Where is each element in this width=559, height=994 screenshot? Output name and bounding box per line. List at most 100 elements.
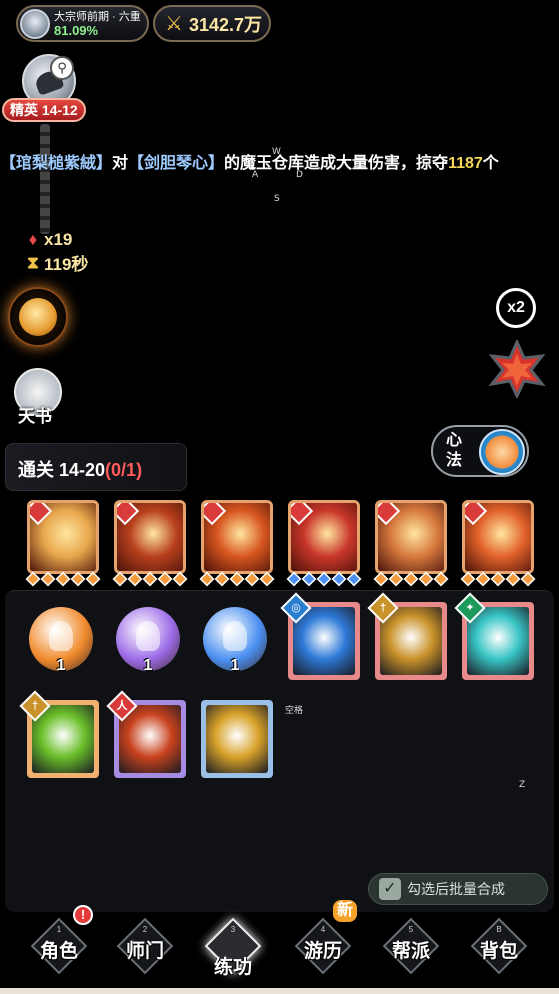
essence-orb[interactable]: 1 (29, 607, 93, 674)
nav-label: 游历 (303, 941, 342, 962)
equipped-skill-card[interactable] (462, 500, 534, 574)
star-icon (418, 571, 434, 587)
skill-book[interactable] (201, 700, 273, 778)
broadcast-text-3: 个 (482, 155, 499, 172)
nav-label: 背包 (479, 941, 518, 962)
speed-toggle-button[interactable]: x2 (496, 288, 536, 328)
rank-pill[interactable]: 大宗师前期 · 六重 81.09% (16, 5, 149, 42)
element-symbol-icon: † (379, 602, 387, 614)
orb-count: 1 (143, 657, 153, 674)
footer-strip (0, 988, 559, 994)
orb-count: 1 (230, 657, 240, 674)
star-icon (286, 571, 302, 587)
checkbox-icon[interactable]: ✓ (379, 878, 401, 900)
element-symbol-icon: † (31, 700, 39, 712)
broadcast-player-1[interactable]: 【琯梨槌紫絨】 (0, 155, 112, 172)
star-icon (460, 571, 476, 587)
equipped-skill-card[interactable] (375, 500, 447, 574)
broadcast-text-1: 对 (112, 155, 129, 172)
quest-progress: (0/1) (105, 460, 143, 480)
star-icon (259, 571, 275, 587)
rank-text: 大宗师前期 · 六重 81.09% (54, 10, 141, 38)
key-hint-space: 空格 (285, 706, 304, 716)
skill-book[interactable]: ◎ (280, 592, 360, 680)
star-icon (490, 571, 506, 587)
star-icon (142, 571, 158, 587)
broadcast-amount: 1187 (448, 155, 483, 172)
ultimate-skill-icon[interactable] (488, 340, 546, 398)
treasure-bag-button[interactable] (8, 287, 68, 347)
nav-item-2[interactable]: 2 师门 (114, 915, 176, 977)
combat-power-pill[interactable]: ⚔ 3142.7万 (153, 5, 271, 42)
star-icon (301, 571, 317, 587)
essence-orb[interactable]: 1 (116, 607, 180, 674)
nav-item-3[interactable]: 3 练功 (202, 915, 264, 978)
nav-hotkey: 2 (142, 925, 148, 934)
xinfa-button[interactable]: 心法 (431, 425, 529, 477)
star-icon (40, 571, 56, 587)
demon-head-icon: ♦ (28, 230, 38, 249)
nav-label: 角色 (39, 941, 78, 962)
nav-label: 师门 (125, 941, 164, 962)
quest-bar[interactable]: 通关 14-20(0/1) (5, 443, 187, 491)
equipped-skill-card[interactable] (114, 500, 186, 574)
kill-count: x19 (44, 230, 73, 249)
batch-merge-toggle[interactable]: ✓ 勾选后批量合成 (368, 873, 548, 905)
star-icon (388, 571, 404, 587)
travel-new-badge: 新 (333, 900, 358, 922)
xinfa-emblem-icon (479, 429, 525, 475)
star-icon (316, 571, 332, 587)
orb-count: 1 (56, 657, 66, 674)
rank-percent: 81.09% (54, 22, 99, 38)
skill-book-art-icon (206, 705, 268, 773)
star-icon (157, 571, 173, 587)
skill-book[interactable]: † (19, 690, 99, 778)
equipped-skill-card[interactable] (288, 500, 360, 574)
magnifier-icon[interactable]: ⚲ (50, 56, 74, 80)
meditating-figure-icon (49, 621, 73, 651)
rank-emblem-icon (20, 8, 50, 39)
combat-power-value: 3142.7万 (189, 14, 263, 35)
skill-star-rating (112, 571, 188, 588)
star-icon (475, 571, 491, 587)
nav-hotkey: 3 (230, 925, 236, 934)
star-icon (172, 571, 188, 587)
star-icon (346, 571, 362, 587)
broadcast-player-2[interactable]: 【剑胆琴心】 (128, 155, 224, 172)
element-symbol-icon: ✦ (465, 602, 475, 614)
equipped-skills-row (0, 500, 559, 590)
skill-star-rating (199, 571, 275, 588)
key-hint-d: D (296, 170, 303, 180)
skill-star-rating (460, 571, 536, 588)
xinfa-label: 心法 (446, 432, 463, 469)
star-icon (70, 571, 86, 587)
star-icon (229, 571, 245, 587)
rank-title: 大宗师前期 · 六重 (54, 10, 141, 23)
skill-book[interactable]: 人 (106, 690, 186, 778)
equipped-skill-card[interactable] (201, 500, 273, 574)
nav-hotkey: B (496, 925, 502, 934)
star-icon (85, 571, 101, 587)
hourglass-icon: ⧗ (27, 252, 39, 272)
star-icon (505, 571, 521, 587)
nav-label: 练功 (213, 957, 252, 978)
skill-star-rating (286, 571, 362, 588)
skill-book[interactable]: ✦ (454, 592, 534, 680)
key-hint-w: W (272, 147, 281, 157)
star-icon (112, 571, 128, 587)
skill-book[interactable]: † (367, 592, 447, 680)
money-bag-icon (19, 298, 57, 336)
timer-counter: ⧗ 119秒 (24, 250, 88, 275)
star-icon (520, 571, 536, 587)
meditating-figure-icon (136, 621, 160, 651)
stage-tag: 精英 14-12 (2, 98, 86, 122)
nav-hotkey: 1 (56, 925, 62, 934)
star-icon (244, 571, 260, 587)
nav-item-6[interactable]: B 背包 (468, 915, 530, 977)
nav-item-4[interactable]: 4 游历 (292, 915, 354, 977)
nav-item-5[interactable]: 5 帮派 (380, 915, 442, 977)
star-icon (373, 571, 389, 587)
key-hint-z: Z (519, 780, 526, 790)
equipped-skill-card[interactable] (27, 500, 99, 574)
essence-orb[interactable]: 1 (203, 607, 267, 674)
